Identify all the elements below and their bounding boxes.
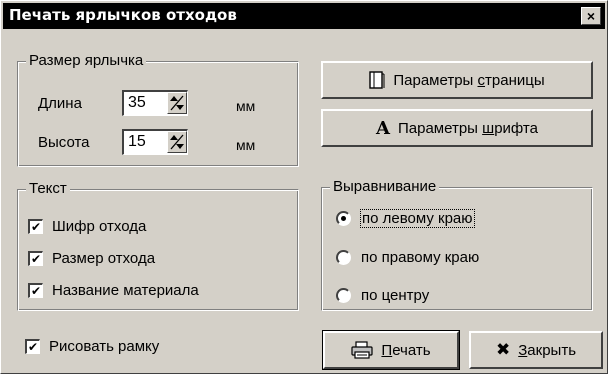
font-params-label: Параметры шрифта: [398, 119, 538, 137]
printer-icon: [351, 341, 374, 359]
height-input[interactable]: [124, 131, 166, 153]
radio-label: по центру: [361, 287, 430, 304]
window-title: Печать ярлычков отходов: [9, 6, 237, 24]
radio-button: [336, 211, 351, 226]
label-size-legend: Размер ярлычка: [26, 52, 147, 70]
checkbox-waste-size[interactable]: ✔ Размер отхода: [28, 250, 155, 267]
height-label: Высота: [38, 134, 90, 151]
font-icon: A: [376, 117, 390, 139]
page-params-button[interactable]: Параметры страницы: [321, 61, 593, 99]
checkbox-box: ✔: [28, 251, 43, 266]
checkbox-box: ✔: [28, 283, 43, 298]
text-group: Текст ✔ Шифр отхода ✔ Размер отхода ✔ На…: [17, 180, 299, 311]
check-icon: ✔: [30, 284, 42, 298]
check-icon: ✔: [27, 340, 39, 354]
height-field: [122, 129, 188, 155]
checkbox-label: Название материала: [52, 282, 199, 299]
check-icon: ✔: [30, 220, 42, 234]
checkbox-label: Рисовать рамку: [49, 338, 160, 355]
checkbox-label: Шифр отхода: [52, 218, 147, 235]
close-label: Закрыть: [518, 341, 577, 359]
length-spin-button[interactable]: [167, 92, 187, 114]
length-label: Длина: [38, 95, 82, 112]
alignment-legend: Выравнивание: [330, 178, 440, 196]
radio-label: по правому краю: [361, 249, 480, 266]
print-label: Печать: [381, 341, 431, 359]
checkbox-label: Размер отхода: [52, 250, 156, 267]
spin-arrows-icon: [170, 95, 184, 111]
dialog-window: Печать ярлычков отходов × Размер ярлычка…: [0, 0, 608, 374]
close-icon: ×: [586, 8, 596, 24]
font-params-button[interactable]: A Параметры шрифта: [321, 109, 593, 147]
checkbox-box: ✔: [28, 219, 43, 234]
page-icon: [369, 71, 385, 89]
checkbox-draw-frame[interactable]: ✔ Рисовать рамку: [25, 338, 159, 355]
radio-label: по левому краю: [360, 209, 475, 228]
text-group-legend: Текст: [26, 180, 70, 198]
radio-button: [336, 250, 351, 265]
close-button[interactable]: ✖ Закрыть: [469, 331, 603, 369]
radio-align-center[interactable]: по центру: [336, 287, 429, 304]
radio-button: [336, 288, 351, 303]
height-unit: мм: [236, 137, 256, 153]
radio-dot-icon: [341, 216, 346, 221]
page-params-label: Параметры страницы: [393, 71, 545, 89]
alignment-group: Выравнивание по левому краю по правому к…: [321, 178, 593, 311]
checkbox-waste-code[interactable]: ✔ Шифр отхода: [28, 218, 146, 235]
check-icon: ✔: [30, 252, 42, 266]
length-unit: мм: [236, 98, 256, 114]
length-field: [122, 90, 188, 116]
spin-arrows-icon: [170, 134, 184, 150]
length-input[interactable]: [124, 92, 166, 114]
radio-align-right[interactable]: по правому краю: [336, 249, 479, 266]
title-close-button[interactable]: ×: [581, 7, 601, 25]
print-button[interactable]: Печать: [322, 330, 460, 370]
x-icon: ✖: [495, 340, 511, 359]
radio-align-left[interactable]: по левому краю: [336, 209, 475, 228]
label-size-group: Размер ярлычка Длина мм Высота: [17, 52, 299, 167]
checkbox-box: ✔: [25, 339, 40, 354]
height-spin-button[interactable]: [167, 131, 187, 153]
checkbox-material-name[interactable]: ✔ Название материала: [28, 282, 199, 299]
title-bar[interactable]: Печать ярлычков отходов ×: [3, 3, 605, 29]
